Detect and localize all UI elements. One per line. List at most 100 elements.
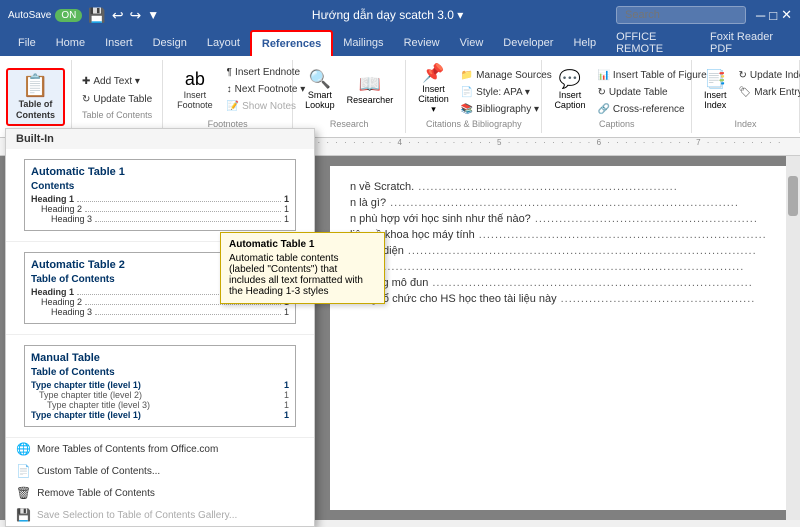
add-text-button[interactable]: ✚ Add Text ▾: [78, 74, 156, 89]
search-input[interactable]: [616, 6, 746, 24]
more-toc-item[interactable]: 🌐 More Tables of Contents from Office.co…: [6, 438, 314, 460]
add-text-label: Add Text ▾: [93, 76, 140, 87]
doc-line: ức từng mô đun..........................…: [350, 277, 786, 289]
save-selection-icon: 💾: [16, 508, 31, 522]
endnote-icon: ¶: [227, 67, 232, 78]
autosave-toggle[interactable]: ON: [55, 9, 82, 22]
manage-icon: 📁: [461, 70, 473, 81]
show-notes-icon: 📝: [227, 101, 239, 112]
doc-line: liện....................................…: [350, 261, 786, 273]
tab-office-remote[interactable]: OFFICE REMOTE: [606, 30, 700, 56]
insert-caption-button[interactable]: 💬 InsertCaption: [550, 64, 589, 114]
update-index-button[interactable]: ↻ Update Index: [735, 68, 800, 83]
citations-group-label: Citations & Bibliography: [414, 119, 533, 129]
custom-toc-label: Custom Table of Contents...: [37, 466, 160, 477]
style-icon: 📄: [461, 87, 473, 98]
scrollbar-thumb[interactable]: [788, 176, 798, 216]
bibliography-button[interactable]: 📚 Bibliography ▾: [457, 102, 556, 117]
endnote-label: Insert Endnote: [235, 67, 300, 78]
tab-insert[interactable]: Insert: [95, 30, 143, 56]
tab-references[interactable]: References: [250, 30, 333, 56]
doc-line: u giao diện.............................…: [350, 245, 786, 257]
mark-entry-button[interactable]: 🏷 Mark Entry: [735, 85, 800, 100]
tab-view[interactable]: View: [450, 30, 494, 56]
next-footnote-icon: ↕: [227, 84, 232, 95]
add-text-icon: ✚: [82, 76, 90, 87]
tab-review[interactable]: Review: [394, 30, 450, 56]
tooltip-box: Automatic Table 1 Automatic table conten…: [220, 232, 385, 304]
ribbon-content: 📋 Table ofContents ✚ Add Text ▾ ↻ Update…: [0, 56, 800, 138]
built-in-label: Built-In: [6, 129, 314, 149]
insert-citation-button[interactable]: 📌 InsertCitation ▾: [414, 64, 453, 114]
document-page: n về Scratch............................…: [330, 166, 786, 510]
tooltip-title: Automatic Table 1: [229, 239, 376, 250]
update-index-icon: ↻: [739, 70, 747, 81]
doc-line: liệu về khoa học máy tính...............…: [350, 229, 786, 241]
maximize-icon[interactable]: □: [769, 8, 777, 23]
doc-line: n phù hợp với học sinh như thế nào?.....…: [350, 213, 786, 225]
manual-table-option[interactable]: Manual Table Table of Contents Type chap…: [6, 335, 314, 438]
research-group-label: Research: [330, 119, 369, 129]
index-group-label: Index: [700, 119, 791, 129]
caption-icon: 💬: [559, 69, 581, 90]
tab-foxit[interactable]: Foxit Reader PDF: [700, 30, 792, 56]
tab-mailings[interactable]: Mailings: [333, 30, 393, 56]
bibliography-icon: 📚: [461, 104, 473, 115]
cross-ref-icon: 🔗: [597, 104, 609, 115]
doc-line: ướng tổ chức cho HS học theo tài liệu nà…: [350, 293, 786, 305]
table-figures-icon: 📊: [597, 70, 609, 81]
mark-entry-icon: 🏷: [739, 87, 752, 98]
autosave-label: AutoSave ON: [8, 9, 82, 22]
tab-home[interactable]: Home: [46, 30, 95, 56]
document-content: n về Scratch............................…: [350, 181, 786, 305]
document-title: Hướng dẫn dạy scatch 3.0 ▾: [312, 8, 463, 22]
minimize-icon[interactable]: ─: [756, 8, 765, 23]
style-button[interactable]: 📄 Style: APA ▾: [457, 85, 556, 100]
insert-index-button[interactable]: 📑 InsertIndex: [700, 64, 731, 114]
researcher-icon: 📖: [359, 74, 381, 95]
more-toc-label: More Tables of Contents from Office.com: [37, 444, 218, 455]
undo-icon[interactable]: ↩: [112, 7, 124, 24]
manual-table-preview: Manual Table Table of Contents Type chap…: [24, 345, 296, 427]
save-icon[interactable]: 💾: [88, 7, 105, 24]
tab-design[interactable]: Design: [143, 30, 197, 56]
show-notes-label: Show Notes: [242, 101, 296, 112]
remove-toc-label: Remove Table of Contents: [37, 488, 155, 499]
toc-group-label: Table of Contents: [78, 110, 156, 120]
close-icon[interactable]: ✕: [781, 7, 792, 23]
smart-lookup-button[interactable]: 🔍 SmartLookup: [301, 64, 339, 114]
researcher-button[interactable]: 📖 Researcher: [343, 64, 398, 114]
captions-group-label: Captions: [550, 119, 683, 129]
automatic-table-1-option[interactable]: Automatic Table 1 Contents Heading 11 He…: [6, 149, 314, 242]
footnote-icon: ab: [185, 69, 205, 90]
ribbon-tabs: File Home Insert Design Layout Reference…: [0, 30, 800, 56]
vertical-scrollbar[interactable]: [786, 156, 800, 520]
doc-line: n về Scratch............................…: [350, 181, 786, 193]
table-of-contents-button[interactable]: 📋 Table ofContents: [6, 68, 65, 126]
update-table2-icon: ↻: [597, 87, 605, 98]
auto-table1-preview: Automatic Table 1 Contents Heading 11 He…: [24, 159, 296, 231]
smart-lookup-icon: 🔍: [309, 69, 331, 90]
remove-toc-item[interactable]: 🗑 Remove Table of Contents: [6, 482, 314, 504]
globe-icon: 🌐: [16, 442, 31, 456]
tab-layout[interactable]: Layout: [197, 30, 250, 56]
tab-developer[interactable]: Developer: [493, 30, 563, 56]
manual-table-title: Manual Table: [31, 352, 289, 364]
autosave-text: AutoSave: [8, 10, 51, 21]
customize-icon[interactable]: ▼: [147, 8, 159, 22]
toc-icon: 📋: [22, 73, 49, 99]
title-bar-right: ─ □ ✕: [616, 6, 792, 24]
title-bar-left: AutoSave ON 💾 ↩ ↪ ▼: [8, 7, 159, 24]
tab-help[interactable]: Help: [563, 30, 606, 56]
toc-label: Table ofContents: [16, 99, 55, 121]
title-bar: AutoSave ON 💾 ↩ ↪ ▼ Hướng dẫn dạy scatch…: [0, 0, 800, 30]
tab-file[interactable]: File: [8, 30, 46, 56]
citation-icon: 📌: [422, 63, 444, 84]
manage-sources-button[interactable]: 📁 Manage Sources: [457, 68, 556, 83]
redo-icon[interactable]: ↪: [130, 7, 142, 24]
custom-toc-item[interactable]: 📄 Custom Table of Contents...: [6, 460, 314, 482]
toc-dropdown: Built-In Automatic Table 1 Contents Head…: [5, 128, 315, 527]
update-table-button[interactable]: ↻ Update Table: [78, 92, 156, 107]
insert-footnote-button[interactable]: ab InsertFootnote: [171, 64, 219, 114]
index-icon: 📑: [704, 69, 726, 90]
